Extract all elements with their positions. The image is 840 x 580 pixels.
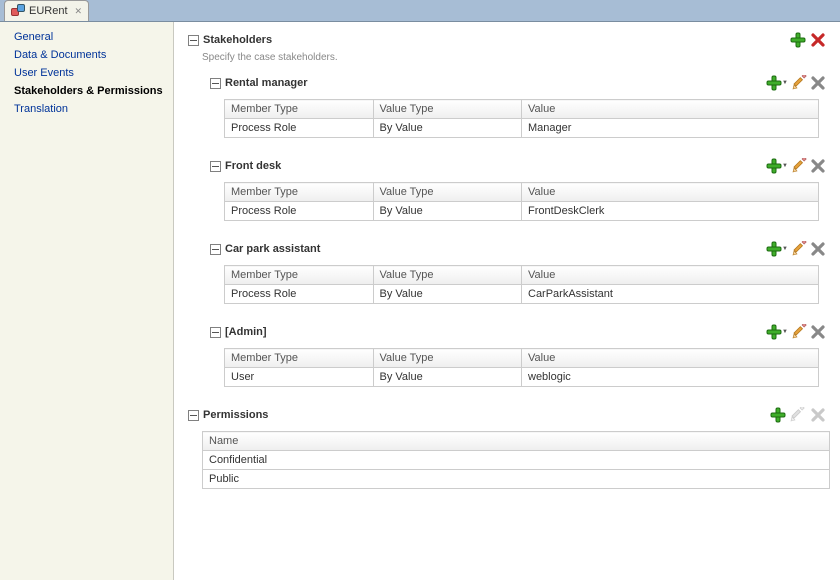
table-row[interactable]: Process Role By Value CarParkAssistant <box>225 285 819 304</box>
collapse-toggle-icon[interactable] <box>188 410 199 421</box>
collapse-toggle-icon[interactable] <box>188 35 199 46</box>
cell-value-type: By Value <box>373 285 522 304</box>
col-value-type: Value Type <box>373 183 522 202</box>
sidebar-item-stakeholders-permissions[interactable]: Stakeholders & Permissions <box>0 82 173 100</box>
cell-value: Manager <box>522 119 819 138</box>
cell-value-type: By Value <box>373 368 522 387</box>
stakeholder-name: [Admin] <box>225 326 267 338</box>
editor-tab[interactable]: EURent ✕ <box>4 0 89 21</box>
cell-member-type: Process Role <box>225 202 374 221</box>
col-member-type: Member Type <box>225 266 374 285</box>
table-row[interactable]: User By Value weblogic <box>225 368 819 387</box>
stakeholder-members-table: Member Type Value Type Value Process Rol… <box>224 182 819 221</box>
case-icon <box>11 4 25 18</box>
permissions-section-header: Permissions <box>188 407 826 423</box>
sidebar-item-data-documents[interactable]: Data & Documents <box>0 46 173 64</box>
stakeholders-section-header: Stakeholders <box>188 32 826 48</box>
table-row[interactable]: Process Role By Value FrontDeskClerk <box>225 202 819 221</box>
add-member-dropdown-icon[interactable]: ▼ <box>782 80 788 86</box>
stakeholder-members-table: Member Type Value Type Value Process Rol… <box>224 265 819 304</box>
content-area: Stakeholders Specify the case stakeholde… <box>174 22 840 580</box>
delete-stakeholder-button[interactable] <box>810 324 826 340</box>
col-value: Value <box>522 349 819 368</box>
edit-permission-button <box>790 407 806 423</box>
col-value: Value <box>522 100 819 119</box>
add-member-button[interactable] <box>766 324 782 340</box>
add-member-dropdown-icon[interactable]: ▼ <box>782 246 788 252</box>
collapse-toggle-icon[interactable] <box>210 327 221 338</box>
cell-member-type: Process Role <box>225 285 374 304</box>
collapse-toggle-icon[interactable] <box>210 161 221 172</box>
cell-value-type: By Value <box>373 202 522 221</box>
add-member-dropdown-icon[interactable]: ▼ <box>782 329 788 335</box>
stakeholder-block: [Admin] ▼ Member Type Value Type Value U <box>210 324 826 387</box>
col-value-type: Value Type <box>373 349 522 368</box>
add-member-dropdown-icon[interactable]: ▼ <box>782 163 788 169</box>
cell-member-type: Process Role <box>225 119 374 138</box>
cell-name: Confidential <box>203 451 830 470</box>
cell-name: Public <box>203 470 830 489</box>
stakeholder-members-table: Member Type Value Type Value User By Val… <box>224 348 819 387</box>
cell-value: weblogic <box>522 368 819 387</box>
close-icon[interactable]: ✕ <box>72 6 83 17</box>
sidebar: General Data & Documents User Events Sta… <box>0 22 174 580</box>
topbar <box>0 0 840 22</box>
cell-member-type: User <box>225 368 374 387</box>
col-member-type: Member Type <box>225 349 374 368</box>
delete-stakeholder-button[interactable] <box>810 241 826 257</box>
table-row[interactable]: Public <box>203 470 830 489</box>
stakeholders-description: Specify the case stakeholders. <box>202 52 826 63</box>
col-member-type: Member Type <box>225 183 374 202</box>
delete-stakeholder-button[interactable] <box>810 158 826 174</box>
cell-value-type: By Value <box>373 119 522 138</box>
add-member-button[interactable] <box>766 158 782 174</box>
sidebar-item-general[interactable]: General <box>0 28 173 46</box>
edit-stakeholder-button[interactable] <box>792 241 808 257</box>
stakeholder-name: Car park assistant <box>225 243 320 255</box>
delete-permission-button <box>810 407 826 423</box>
stakeholder-name: Front desk <box>225 160 281 172</box>
stakeholders-title: Stakeholders <box>203 34 272 46</box>
cell-value: FrontDeskClerk <box>522 202 819 221</box>
stakeholder-block: Rental manager ▼ Member Type Value Type … <box>210 75 826 138</box>
add-member-button[interactable] <box>766 75 782 91</box>
permissions-table: Name Confidential Public <box>202 431 830 489</box>
delete-stakeholder-button[interactable] <box>810 75 826 91</box>
table-row[interactable]: Confidential <box>203 451 830 470</box>
col-value-type: Value Type <box>373 100 522 119</box>
collapse-toggle-icon[interactable] <box>210 78 221 89</box>
col-name: Name <box>203 432 830 451</box>
col-value: Value <box>522 183 819 202</box>
collapse-toggle-icon[interactable] <box>210 244 221 255</box>
col-member-type: Member Type <box>225 100 374 119</box>
edit-stakeholder-button[interactable] <box>792 324 808 340</box>
edit-stakeholder-button[interactable] <box>792 158 808 174</box>
tab-title: EURent <box>29 5 68 17</box>
stakeholder-name: Rental manager <box>225 77 308 89</box>
delete-stakeholder-button[interactable] <box>810 32 826 48</box>
stakeholder-members-table: Member Type Value Type Value Process Rol… <box>224 99 819 138</box>
table-row[interactable]: Process Role By Value Manager <box>225 119 819 138</box>
stakeholder-block: Car park assistant ▼ Member Type Value T… <box>210 241 826 304</box>
sidebar-item-translation[interactable]: Translation <box>0 100 173 118</box>
cell-value: CarParkAssistant <box>522 285 819 304</box>
sidebar-item-user-events[interactable]: User Events <box>0 64 173 82</box>
add-permission-button[interactable] <box>770 407 786 423</box>
col-value: Value <box>522 266 819 285</box>
add-stakeholder-button[interactable] <box>790 32 806 48</box>
edit-stakeholder-button[interactable] <box>792 75 808 91</box>
add-member-button[interactable] <box>766 241 782 257</box>
stakeholder-block: Front desk ▼ Member Type Value Type Valu… <box>210 158 826 221</box>
permissions-title: Permissions <box>203 409 268 421</box>
col-value-type: Value Type <box>373 266 522 285</box>
